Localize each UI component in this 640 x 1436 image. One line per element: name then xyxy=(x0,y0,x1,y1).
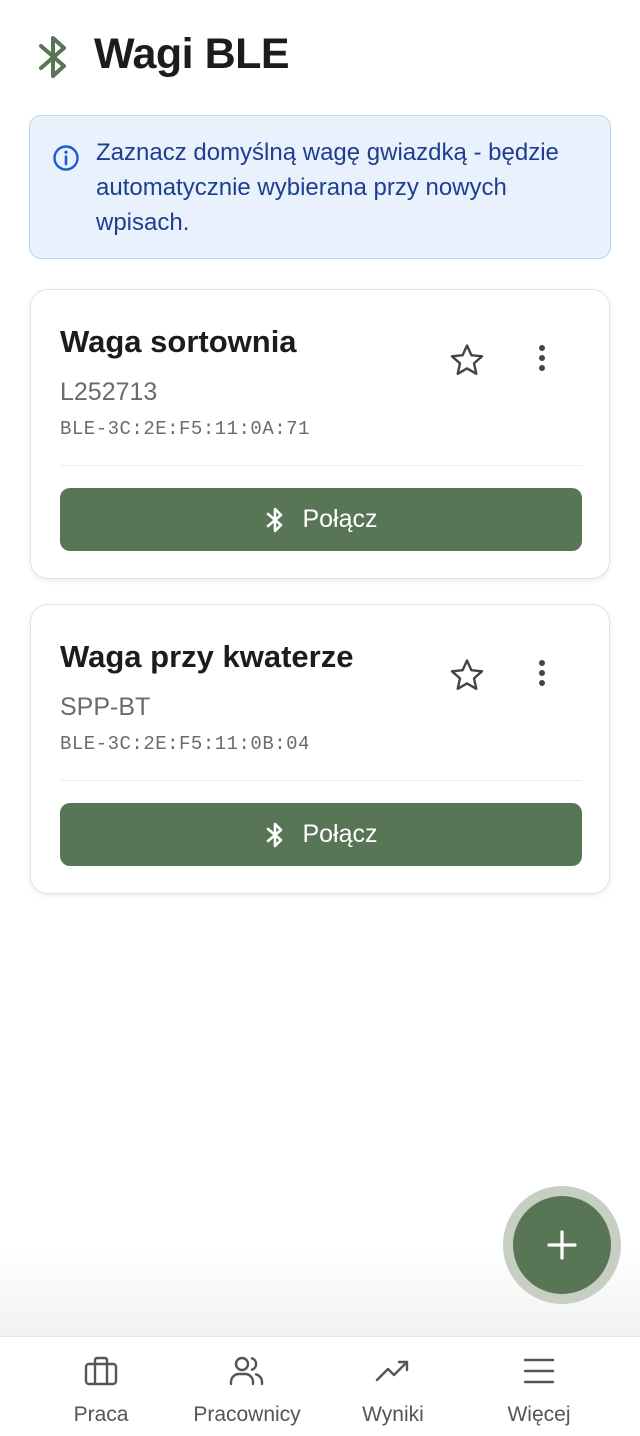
device-card: Waga przy kwaterze SPP-BT BLE-3C:2E:F5:1… xyxy=(30,604,610,894)
nav-label: Praca xyxy=(73,1403,129,1426)
info-text: Zaznacz domyślną wagę gwiazdką - będzie … xyxy=(96,139,559,236)
plus-icon xyxy=(547,1230,577,1260)
more-vertical-icon[interactable] xyxy=(525,340,565,380)
info-icon xyxy=(53,145,79,171)
device-mac: BLE-3C:2E:F5:11:0B:04 xyxy=(60,733,310,755)
page-header: Wagi BLE xyxy=(0,0,640,114)
nav-item-pracownicy[interactable]: Pracownicy xyxy=(167,1337,327,1436)
nav-item-praca[interactable]: Praca xyxy=(21,1337,181,1436)
page-title: Wagi BLE xyxy=(94,30,290,78)
bluetooth-icon xyxy=(267,507,283,532)
nav-label: Pracownicy xyxy=(193,1403,301,1426)
connect-button-label: Połącz xyxy=(302,505,378,533)
connect-button[interactable]: Połącz xyxy=(60,488,582,551)
device-name: Waga przy kwaterze xyxy=(60,639,354,674)
device-name: Waga sortownia xyxy=(60,324,297,359)
nav-item-wyniki[interactable]: Wyniki xyxy=(313,1337,473,1436)
nav-item-wiecej[interactable]: Więcej xyxy=(459,1337,619,1436)
nav-label: Wyniki xyxy=(362,1403,424,1426)
connect-button[interactable]: Połącz xyxy=(60,803,582,866)
bluetooth-icon xyxy=(267,822,283,847)
device-model: L252713 xyxy=(60,378,158,406)
bottom-nav: Praca Pracownicy Wyniki Więcej xyxy=(0,1336,640,1436)
more-vertical-icon[interactable] xyxy=(525,655,565,695)
device-mac: BLE-3C:2E:F5:11:0A:71 xyxy=(60,418,310,440)
device-card: Waga sortownia L252713 BLE-3C:2E:F5:11:0… xyxy=(30,289,610,579)
briefcase-icon xyxy=(84,1356,118,1386)
device-model: SPP-BT xyxy=(60,693,151,721)
users-icon xyxy=(229,1356,264,1386)
bluetooth-icon xyxy=(39,36,66,78)
star-icon[interactable] xyxy=(449,657,485,693)
trending-up-icon xyxy=(375,1360,409,1382)
divider xyxy=(60,780,582,781)
info-banner: Zaznacz domyślną wagę gwiazdką - będzie … xyxy=(29,115,611,259)
star-icon[interactable] xyxy=(449,342,485,378)
connect-button-label: Połącz xyxy=(302,820,378,848)
divider xyxy=(60,465,582,466)
menu-icon xyxy=(523,1358,555,1384)
add-scale-button[interactable] xyxy=(513,1196,611,1294)
nav-label: Więcej xyxy=(507,1403,571,1426)
